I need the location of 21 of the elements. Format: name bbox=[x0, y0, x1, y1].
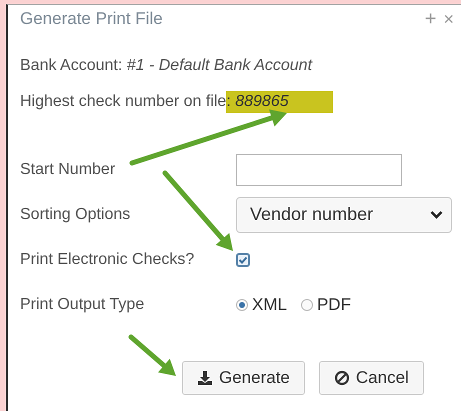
cancel-icon bbox=[334, 370, 350, 386]
cancel-button[interactable]: Cancel bbox=[318, 361, 424, 395]
field-label: Print Electronic Checks? bbox=[20, 250, 194, 270]
field-label: Print Output Type bbox=[20, 294, 144, 314]
radio-button[interactable] bbox=[300, 298, 313, 310]
field-label: Sorting Options bbox=[20, 204, 130, 224]
sorting-dropdown[interactable]: Vendor number bbox=[236, 196, 452, 232]
caret-icon bbox=[430, 210, 443, 220]
radio-label[interactable]: XML bbox=[252, 294, 287, 314]
bank-account-text: Bank Account: #1 - Default Bank Account bbox=[20, 56, 314, 76]
generate-button[interactable]: Generate bbox=[182, 361, 305, 395]
radio-button[interactable] bbox=[236, 298, 248, 310]
checkbox[interactable] bbox=[236, 252, 250, 266]
download-icon bbox=[197, 370, 213, 386]
highest-check-label: Highest check number on file bbox=[20, 92, 226, 112]
radio-label[interactable]: PDF bbox=[316, 294, 351, 314]
dialog-title: Generate Print File bbox=[20, 9, 164, 29]
field-label: Start Number bbox=[20, 160, 116, 180]
start-number-field[interactable] bbox=[236, 154, 402, 186]
annotation-arrow bbox=[128, 334, 176, 376]
highest-check-value: : 889865 bbox=[226, 91, 333, 113]
